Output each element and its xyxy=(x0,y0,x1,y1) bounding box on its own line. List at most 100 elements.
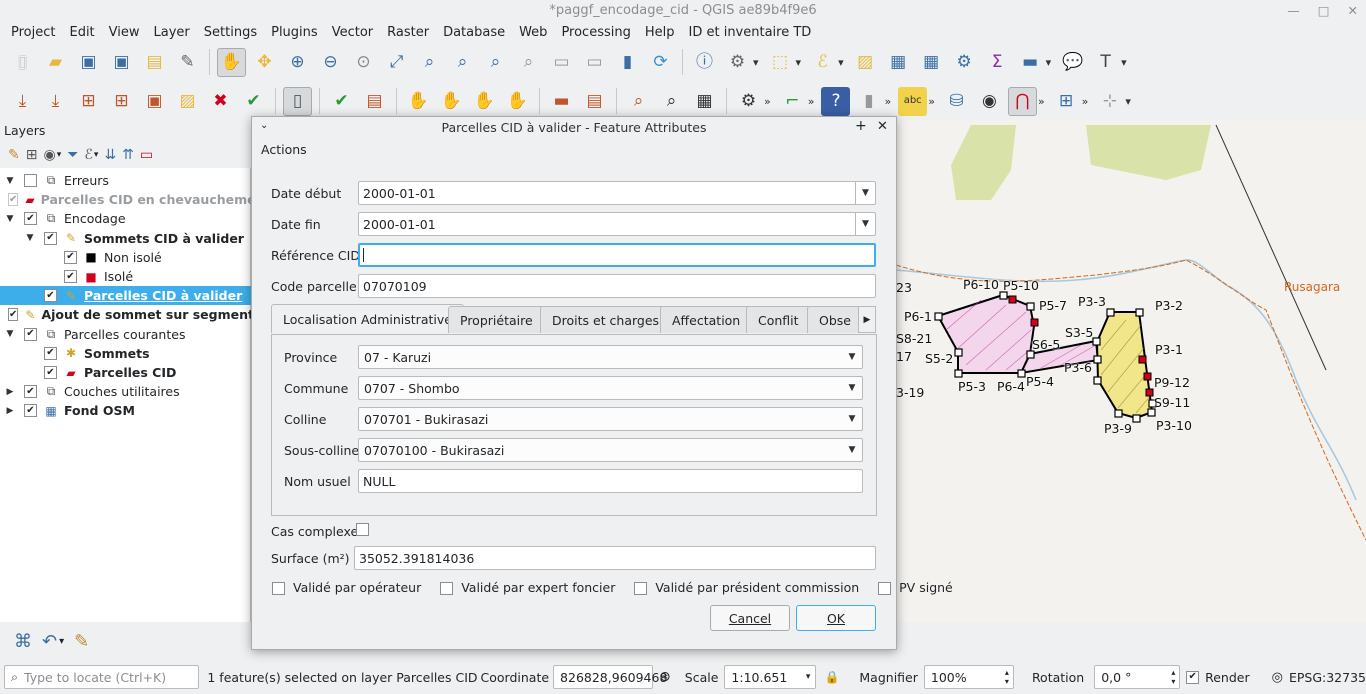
pencil-icon[interactable]: ✎ xyxy=(74,631,89,652)
zoom-in-icon[interactable]: ⊕ xyxy=(283,48,312,77)
layer-visibility-checkbox[interactable]: ✔ xyxy=(8,308,19,322)
colline-combo[interactable]: 070701 - Bukirasazi ▼ xyxy=(358,407,863,431)
menu-plugins[interactable]: Plugins xyxy=(264,25,325,40)
edit-geometry-icon[interactable]: ▨ xyxy=(173,87,202,116)
new-3d-view-icon[interactable]: ▭ xyxy=(580,48,609,77)
menu-edit[interactable]: Edit xyxy=(62,25,101,40)
node-tool-icon[interactable]: ⌐ xyxy=(778,87,807,116)
chevron-down-icon[interactable]: ▼ xyxy=(842,408,862,430)
actions-icon[interactable]: ⚙ xyxy=(723,48,752,77)
layer-visibility-checkbox[interactable] xyxy=(24,174,37,187)
tab-localisation[interactable]: Localisation Administrative xyxy=(271,304,464,333)
menu-processing[interactable]: Processing xyxy=(554,25,637,40)
expand-all-icon[interactable]: ⇊ xyxy=(104,147,116,163)
text-annotation-icon[interactable]: T xyxy=(1091,48,1120,77)
hand-icon[interactable]: ✋ xyxy=(437,87,466,116)
tab-conflit[interactable]: Conflit xyxy=(746,306,811,333)
chevron-down-icon[interactable]: ▾ xyxy=(57,150,62,160)
layer-visibility-checkbox[interactable]: ✔ xyxy=(8,193,19,207)
surface-field[interactable]: 35052.391814036 xyxy=(354,546,876,570)
attribute-table-icon[interactable]: ▦ xyxy=(884,48,913,77)
rotation-spin[interactable]: 0,0 ° ▴ ▾ xyxy=(1094,665,1181,689)
new-layer-icon[interactable]: ⊞ xyxy=(1052,87,1081,116)
add-group-icon[interactable]: ⊞ xyxy=(26,147,38,163)
layer-style-icon[interactable]: ✎ xyxy=(8,147,20,163)
spin-arrows-icon[interactable]: ▴ ▾ xyxy=(1005,668,1009,686)
hand-icon[interactable]: ✋ xyxy=(470,87,499,116)
tab-observations[interactable]: Obse xyxy=(807,306,863,333)
pan-icon[interactable]: ✋ xyxy=(217,47,246,77)
select-features-icon[interactable]: ⬚ xyxy=(766,48,795,77)
expand-arrow-icon[interactable]: ▼ xyxy=(4,329,16,339)
valide-expert-checkbox[interactable] xyxy=(440,582,454,595)
undo-icon[interactable]: ↶ xyxy=(42,631,57,652)
sous-colline-combo[interactable]: 07070100 - Bukirasazi ▼ xyxy=(358,438,863,462)
new-project-icon[interactable]: ▯ xyxy=(8,48,37,77)
remove-layer-icon[interactable]: ▭ xyxy=(140,147,153,163)
parcel-yellow[interactable] xyxy=(1095,311,1154,420)
layer-visibility-checkbox[interactable]: ✔ xyxy=(24,327,37,341)
maximize-icon[interactable]: □ xyxy=(1318,0,1330,21)
chevron-right-icon[interactable]: » xyxy=(928,95,935,108)
chevron-down-icon[interactable]: ▼ xyxy=(842,346,862,368)
help-icon[interactable]: ? xyxy=(821,86,851,116)
collapse-all-icon[interactable]: ⇈ xyxy=(122,147,134,163)
style-manager-icon[interactable]: ✎ xyxy=(173,48,202,77)
numbering-icon[interactable]: ⊞ xyxy=(107,87,136,116)
expand-arrow-icon[interactable]: ▼ xyxy=(4,176,16,186)
minimize-icon[interactable]: — xyxy=(1287,0,1300,21)
chevron-down-icon[interactable]: ▼ xyxy=(842,377,862,399)
dialog-menu-icon[interactable]: ⌄ xyxy=(260,120,268,131)
processing-toolbox-icon[interactable]: ⚙ xyxy=(950,48,979,77)
add-icon[interactable]: ⊞ xyxy=(74,87,103,116)
layer-visibility-checkbox[interactable]: ✔ xyxy=(44,289,57,303)
print-list-icon[interactable]: ▤ xyxy=(580,87,609,116)
statistics-icon[interactable]: Σ xyxy=(983,48,1012,77)
field-calculator-icon[interactable]: ▦ xyxy=(917,48,946,77)
zoom-selection-icon[interactable]: ⌕ xyxy=(415,48,444,77)
visibility-icon[interactable]: ◉ xyxy=(43,147,55,163)
date-fin-field[interactable]: 2000-01-01 ▼ xyxy=(358,212,876,236)
document-info-icon[interactable]: ▯ xyxy=(283,86,312,116)
zoom-native-icon[interactable]: ⊙ xyxy=(349,48,378,77)
spatial-bookmark-icon[interactable]: ▮ xyxy=(613,48,642,77)
layer-row[interactable]: ▶ ✔ ▦ Fond OSM xyxy=(0,401,251,420)
pdf-icon[interactable]: ▤ xyxy=(360,87,389,116)
layer-row[interactable]: ✔ ▰ Parcelles CID xyxy=(0,363,251,382)
zoom-next-icon[interactable]: ⌕ xyxy=(514,48,543,77)
pin-icon[interactable]: + xyxy=(855,118,867,134)
layer-visibility-checkbox[interactable]: ✔ xyxy=(44,366,57,379)
identify-icon[interactable]: ⓘ xyxy=(690,48,719,77)
map-canvas[interactable]: 23 P6-10 P5-10 P5-7 P6-1 S8-21 17 S5-2 P5-3 P6-4 P… xyxy=(896,120,1366,622)
expand-arrow-icon[interactable]: ▼ xyxy=(4,214,16,224)
refresh-icon[interactable]: ⟳ xyxy=(646,48,675,77)
tab-droits[interactable]: Droits et charges xyxy=(540,306,672,333)
layer-row[interactable]: ▼ ⧉ Erreurs xyxy=(0,171,251,190)
valide-president-checkbox[interactable] xyxy=(634,582,648,595)
locate-bar[interactable]: ⌕ Type to locate (Ctrl+K) xyxy=(4,665,200,689)
database-icon[interactable]: ⛁ xyxy=(942,87,971,116)
spin-arrows-icon[interactable]: ▴ ▾ xyxy=(1171,668,1175,686)
layer-row[interactable]: ✔ ■ Isolé xyxy=(0,267,251,286)
cas-complexe-checkbox[interactable] xyxy=(356,523,369,536)
chevron-down-icon[interactable]: ▾ xyxy=(94,150,99,160)
layer-row[interactable]: ▼ ✔ ⧉ Parcelles courantes xyxy=(0,325,251,344)
chevron-down-icon[interactable]: ▾ xyxy=(59,636,64,647)
expand-arrow-icon[interactable]: ▶ xyxy=(4,406,16,416)
scale-combo[interactable]: 1:10.651 ▾ xyxy=(724,665,817,689)
import-icon[interactable]: ⤓ xyxy=(41,87,70,116)
valide-operateur-checkbox[interactable] xyxy=(272,582,285,595)
tab-scroll-right-icon[interactable]: ▶ xyxy=(858,306,876,333)
menu-view[interactable]: View xyxy=(102,25,147,40)
globe-icon[interactable]: ◉ xyxy=(975,87,1004,116)
toggle-extents-icon[interactable]: ⊛ xyxy=(659,669,671,685)
print-icon[interactable]: ▬ xyxy=(547,87,576,116)
python-console-icon[interactable]: ⌘ xyxy=(14,631,32,652)
layer-visibility-checkbox[interactable]: ✔ xyxy=(44,346,57,360)
expand-arrow-icon[interactable]: ▼ xyxy=(24,233,36,243)
nom-usuel-field[interactable]: NULL xyxy=(358,469,863,493)
pan-to-selection-icon[interactable]: ✥ xyxy=(250,48,279,77)
layer-row[interactable]: ▼ ✔ ⧉ Encodage xyxy=(0,209,251,228)
menu-web[interactable]: Web xyxy=(512,25,554,40)
search-icon[interactable]: ⌕ xyxy=(624,87,653,116)
